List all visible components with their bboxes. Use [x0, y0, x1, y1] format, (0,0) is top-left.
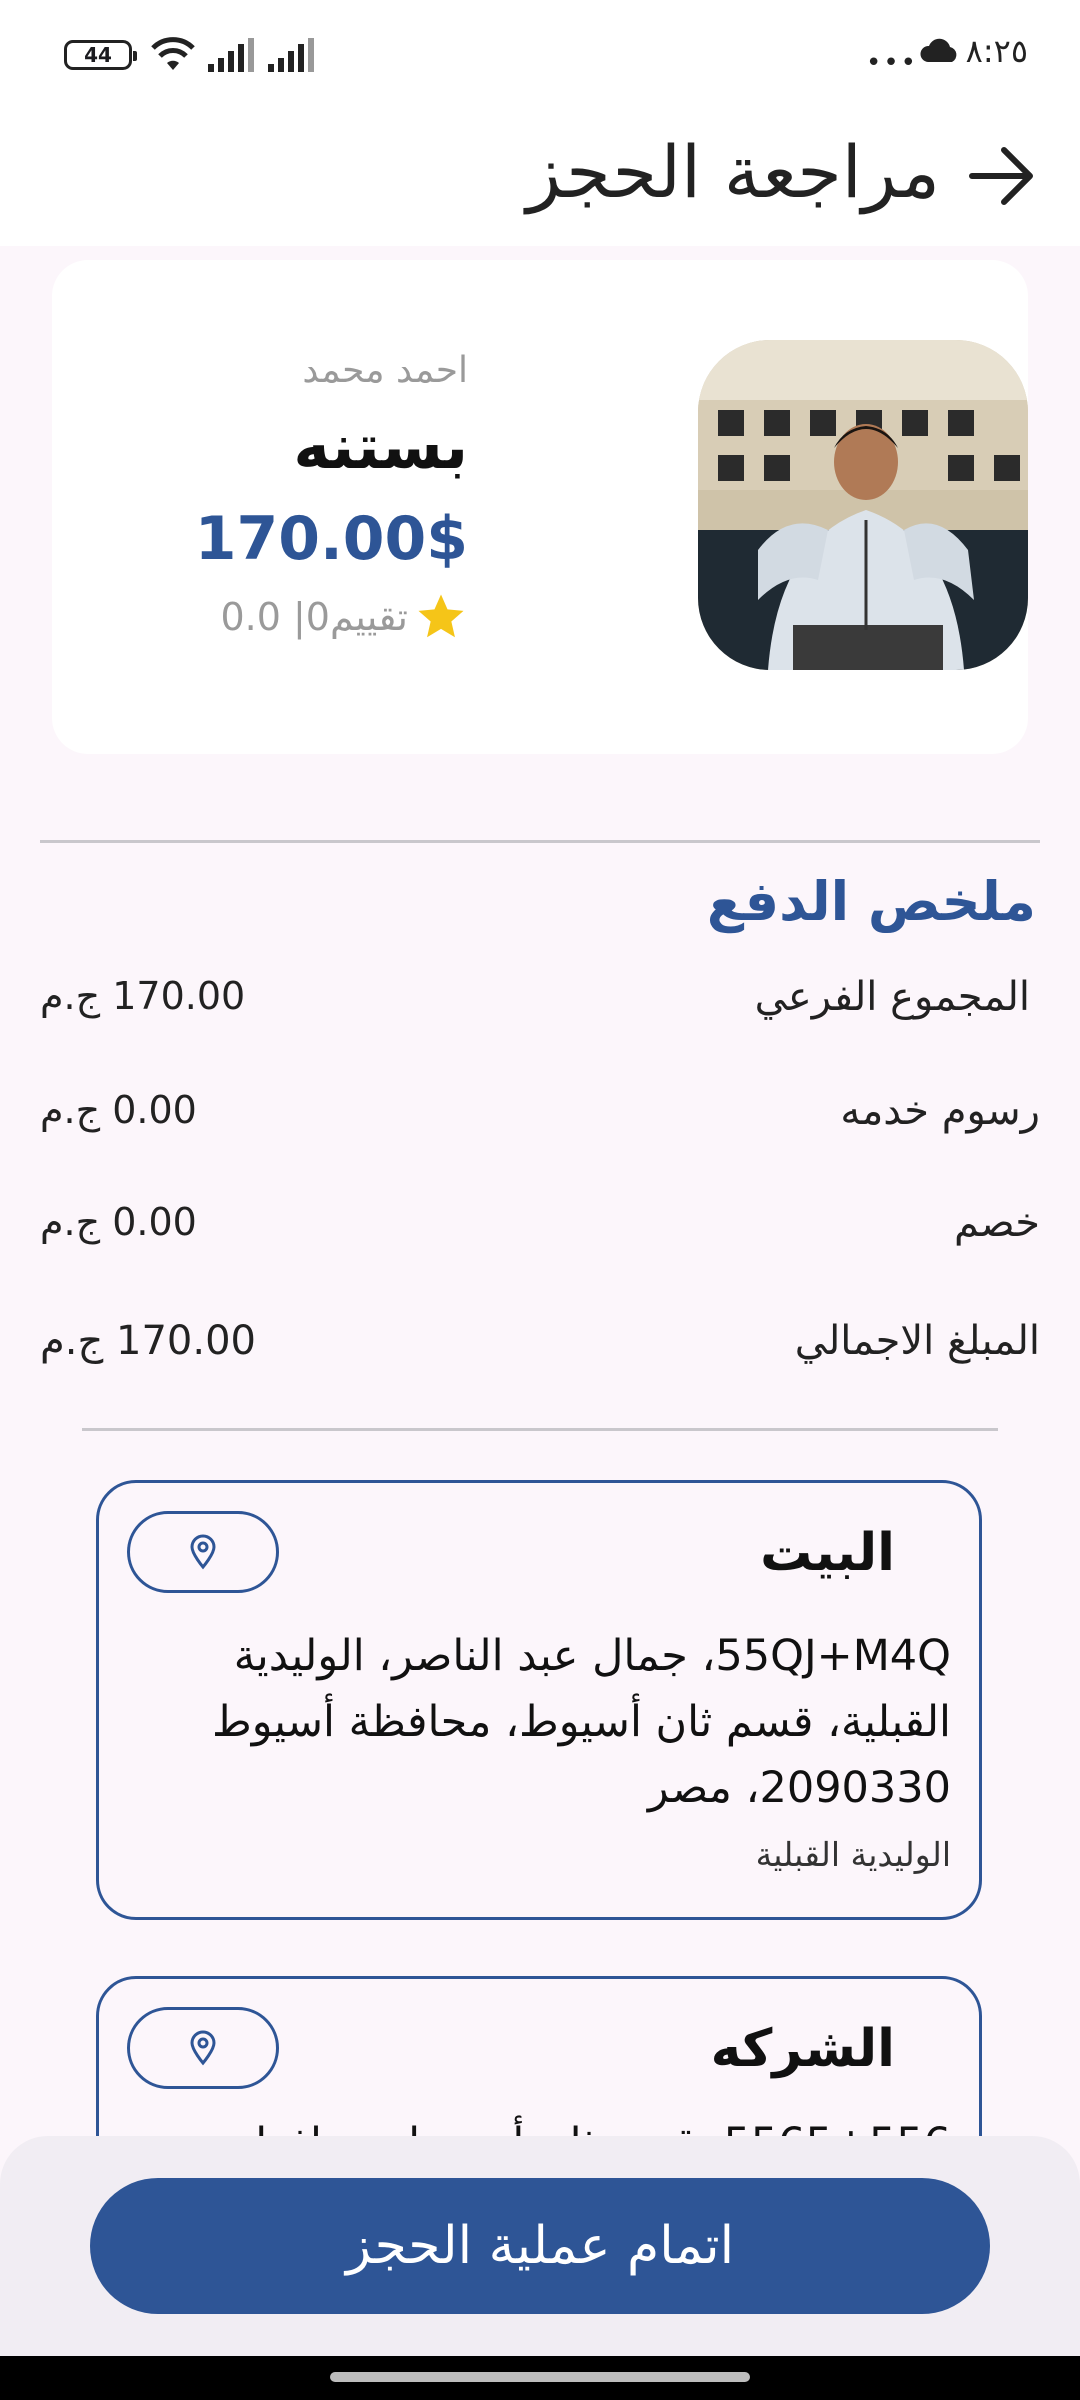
provider-name: بستنه	[293, 410, 468, 483]
system-navigation-bar	[0, 2356, 1080, 2400]
star-icon	[418, 594, 464, 638]
location-pin-icon	[190, 2030, 216, 2066]
summary-label: رسوم خدمه	[840, 1088, 1040, 1134]
page-title: مراجعة الحجز	[526, 130, 940, 214]
summary-row-discount: خصم 0.00 ج.م	[40, 1200, 1040, 1260]
address-card-home[interactable]: البيت 55QJ+M4Q، جمال عبد الناصر، الوليدي…	[96, 1480, 982, 1920]
summary-label: المجموع الفرعي	[754, 974, 1030, 1020]
location-pin-icon	[190, 1534, 216, 1570]
app-header: مراجعة الحجز	[0, 108, 1080, 246]
summary-value: 170.00 ج.م	[40, 974, 246, 1018]
battery-level: 44	[84, 43, 112, 67]
address-title: الشركه	[710, 2019, 895, 2079]
divider	[40, 840, 1040, 843]
address-title: البيت	[760, 1523, 895, 1583]
summary-value: 170.00 ج.م	[40, 1318, 256, 1364]
back-arrow-icon[interactable]	[964, 138, 1040, 214]
provider-photo	[698, 340, 1028, 670]
summary-label: المبلغ الاجمالي	[794, 1318, 1040, 1364]
divider	[82, 1428, 998, 1431]
clock: ٨:٢٥	[965, 32, 1028, 70]
summary-value: 0.00 ج.م	[40, 1200, 197, 1244]
provider-price: 170.00$	[194, 504, 468, 574]
summary-row-service-fee: رسوم خدمه 0.00 ج.م	[40, 1088, 1040, 1148]
summary-value: 0.00 ج.م	[40, 1088, 197, 1132]
address-text: 55QJ+M4Q، جمال عبد الناصر، الوليدية القب…	[212, 1631, 951, 1813]
rating-row: 0.0 |0تقييم	[220, 590, 468, 644]
more-notifications-icon: •••	[866, 48, 919, 78]
payment-summary-title: ملخص الدفع	[706, 870, 1036, 933]
battery-icon: 44	[64, 40, 137, 70]
cloud-icon	[920, 38, 957, 62]
signal-icon	[268, 38, 314, 72]
status-bar: 44 ••• ٨:٢٥	[0, 0, 1080, 108]
bottom-action-panel: اتمام عملية الحجز	[0, 2136, 1080, 2358]
address-area: الوليدية القبلية	[755, 1835, 951, 1874]
confirm-booking-button[interactable]: اتمام عملية الحجز	[90, 2178, 990, 2314]
home-indicator[interactable]	[330, 2372, 750, 2382]
map-location-button[interactable]	[127, 2007, 279, 2089]
provider-username: احمد محمد	[302, 350, 468, 391]
summary-label: خصم	[953, 1200, 1040, 1246]
summary-row-subtotal: المجموع الفرعي 170.00 ج.م	[40, 974, 1040, 1034]
provider-card[interactable]: احمد محمد بستنه 170.00$ 0.0 |0تقييم	[52, 260, 1028, 754]
signal-icon	[208, 38, 254, 72]
summary-row-total: المبلغ الاجمالي 170.00 ج.م	[40, 1318, 1040, 1378]
rating-text: 0.0 |0تقييم	[220, 595, 408, 639]
map-location-button[interactable]	[127, 1511, 279, 1593]
wifi-icon	[151, 37, 195, 70]
